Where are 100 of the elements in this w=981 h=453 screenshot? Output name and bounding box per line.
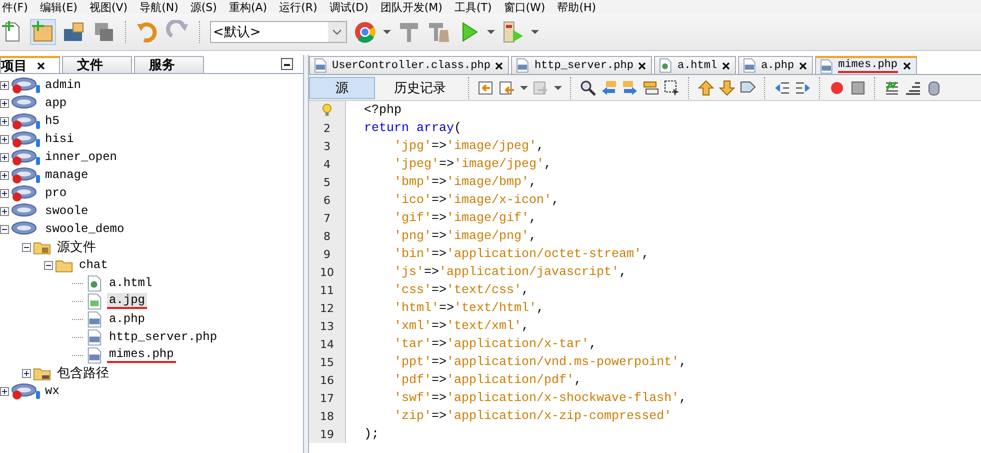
tree-item[interactable]: a.html <box>107 276 154 290</box>
tree-item[interactable]: pro <box>43 186 69 200</box>
panel-tab[interactable]: 服务 <box>134 56 204 73</box>
close-icon[interactable] <box>799 62 808 70</box>
tree-item[interactable]: h5 <box>43 114 62 128</box>
code-line: 'js'=>'application/javascript', <box>393 265 627 279</box>
panel-tab[interactable]: 项目 <box>0 56 60 73</box>
save-all-icon[interactable] <box>92 20 116 44</box>
expand-icon[interactable] <box>0 170 9 180</box>
selection-icon[interactable] <box>664 80 680 96</box>
editor-tab[interactable]: http_server.php <box>511 56 652 74</box>
editor-tab[interactable]: UserController.class.php <box>309 56 510 74</box>
tree-item[interactable]: a.jpg <box>107 293 148 309</box>
debug-run-icon[interactable] <box>501 20 525 44</box>
arrow-down-icon[interactable] <box>719 80 735 96</box>
view-tab[interactable]: 源 <box>309 76 375 98</box>
hammer-icon[interactable] <box>397 20 421 44</box>
tree-item[interactable]: admin <box>43 78 84 92</box>
menu-item[interactable]: 编辑(E) <box>40 0 78 14</box>
comment-icon[interactable] <box>884 80 900 96</box>
editor-tab[interactable]: a.html <box>654 56 736 74</box>
line-number: 12 <box>320 302 334 314</box>
close-icon[interactable] <box>495 62 504 70</box>
expand-icon[interactable] <box>0 188 9 198</box>
menu-item[interactable]: 调试(D) <box>329 0 368 14</box>
find-next-icon[interactable] <box>622 80 638 96</box>
expand-icon[interactable] <box>0 386 9 396</box>
lightbulb-icon[interactable] <box>322 103 332 117</box>
menu-item[interactable]: 件(F) <box>2 0 28 14</box>
caret-icon[interactable] <box>554 86 562 90</box>
last-edit-icon[interactable] <box>499 80 515 96</box>
open-folder-icon[interactable] <box>62 20 86 44</box>
tree-item[interactable]: 源文件 <box>55 238 98 256</box>
bookmark-icon[interactable] <box>740 80 756 96</box>
close-icon[interactable] <box>37 62 45 70</box>
menu-item[interactable]: 视图(V) <box>89 0 128 14</box>
collapse-icon[interactable] <box>0 224 9 234</box>
minimize-icon[interactable] <box>281 58 293 70</box>
tree-item[interactable]: 包含路径 <box>55 364 111 382</box>
back-icon[interactable] <box>478 80 494 96</box>
caret-icon[interactable] <box>520 86 528 90</box>
menu-item[interactable]: 工具(T) <box>454 0 492 14</box>
tree-item[interactable]: app <box>43 96 69 110</box>
shift-left-icon[interactable] <box>774 80 790 96</box>
find-previous-icon[interactable] <box>601 80 617 96</box>
tree-item[interactable]: manage <box>43 168 90 182</box>
stop-icon[interactable] <box>850 80 866 96</box>
code-line: 'zip'=>'application/x-zip-compressed' <box>393 409 672 423</box>
line-number: 14 <box>320 338 334 350</box>
code-line: 'gif'=>'image/gif', <box>393 211 537 225</box>
expand-icon[interactable] <box>0 152 9 162</box>
configuration-dropdown[interactable]: <默认> <box>210 21 347 43</box>
clean-build-icon[interactable] <box>427 20 451 44</box>
tree-item[interactable]: inner_open <box>43 150 120 164</box>
expand-icon[interactable] <box>22 368 31 378</box>
caret-icon[interactable] <box>487 30 495 34</box>
highlight-icon[interactable] <box>643 80 659 96</box>
expand-icon[interactable] <box>0 134 9 144</box>
tree-item[interactable]: hisi <box>43 132 76 146</box>
close-icon[interactable] <box>722 62 730 70</box>
menu-item[interactable]: 团队开发(M) <box>380 0 442 14</box>
caret-icon[interactable] <box>383 30 391 34</box>
expand-icon[interactable] <box>0 206 9 216</box>
tree-item[interactable]: http_server.php <box>107 330 220 344</box>
expand-icon[interactable] <box>0 80 9 90</box>
uncomment-icon[interactable] <box>905 80 921 96</box>
code-line: 'swf'=>'application/x-shockwave-flash', <box>393 391 687 405</box>
arrow-up-icon[interactable] <box>698 80 714 96</box>
close-icon[interactable] <box>902 62 911 70</box>
code-line: 'ppt'=>'application/vnd.ms-powerpoint', <box>393 355 687 369</box>
collapse-icon[interactable] <box>44 260 53 270</box>
tree-item[interactable]: wx <box>43 384 62 398</box>
new-project-icon[interactable] <box>30 19 56 45</box>
expand-icon[interactable] <box>0 116 9 126</box>
menu-item[interactable]: 源(S) <box>190 0 217 14</box>
menu-item[interactable]: 导航(N) <box>140 0 178 14</box>
browser-icon[interactable] <box>353 20 377 44</box>
tree-item[interactable]: swoole_demo <box>43 222 126 236</box>
line-number: 7 <box>324 212 330 224</box>
expand-icon[interactable] <box>0 98 9 108</box>
caret-icon[interactable] <box>531 30 539 34</box>
menu-item[interactable]: 窗口(W) <box>504 0 546 14</box>
tree-item[interactable]: chat <box>77 258 110 272</box>
menu-item[interactable]: 运行(R) <box>279 0 318 14</box>
tree-item[interactable]: mimes.php <box>107 347 176 363</box>
search-icon[interactable] <box>580 80 596 96</box>
record-icon[interactable] <box>829 80 845 96</box>
collapse-icon[interactable] <box>22 242 31 252</box>
database-icon[interactable] <box>926 80 942 96</box>
shift-right-icon[interactable] <box>795 80 811 96</box>
editor-tab[interactable]: a.php <box>738 56 814 74</box>
view-tab[interactable]: 历史记录 <box>380 76 460 98</box>
php-file-icon <box>313 58 327 73</box>
tree-item[interactable]: swoole <box>43 204 90 218</box>
menu-item[interactable]: 重构(A) <box>228 0 268 14</box>
menu-item[interactable]: 帮助(H) <box>557 0 596 14</box>
panel-tab[interactable]: 文件 <box>62 56 132 73</box>
close-icon[interactable] <box>638 62 646 70</box>
tree-item[interactable]: a.php <box>107 312 148 326</box>
editor-tab[interactable]: mimes.php <box>815 56 917 74</box>
